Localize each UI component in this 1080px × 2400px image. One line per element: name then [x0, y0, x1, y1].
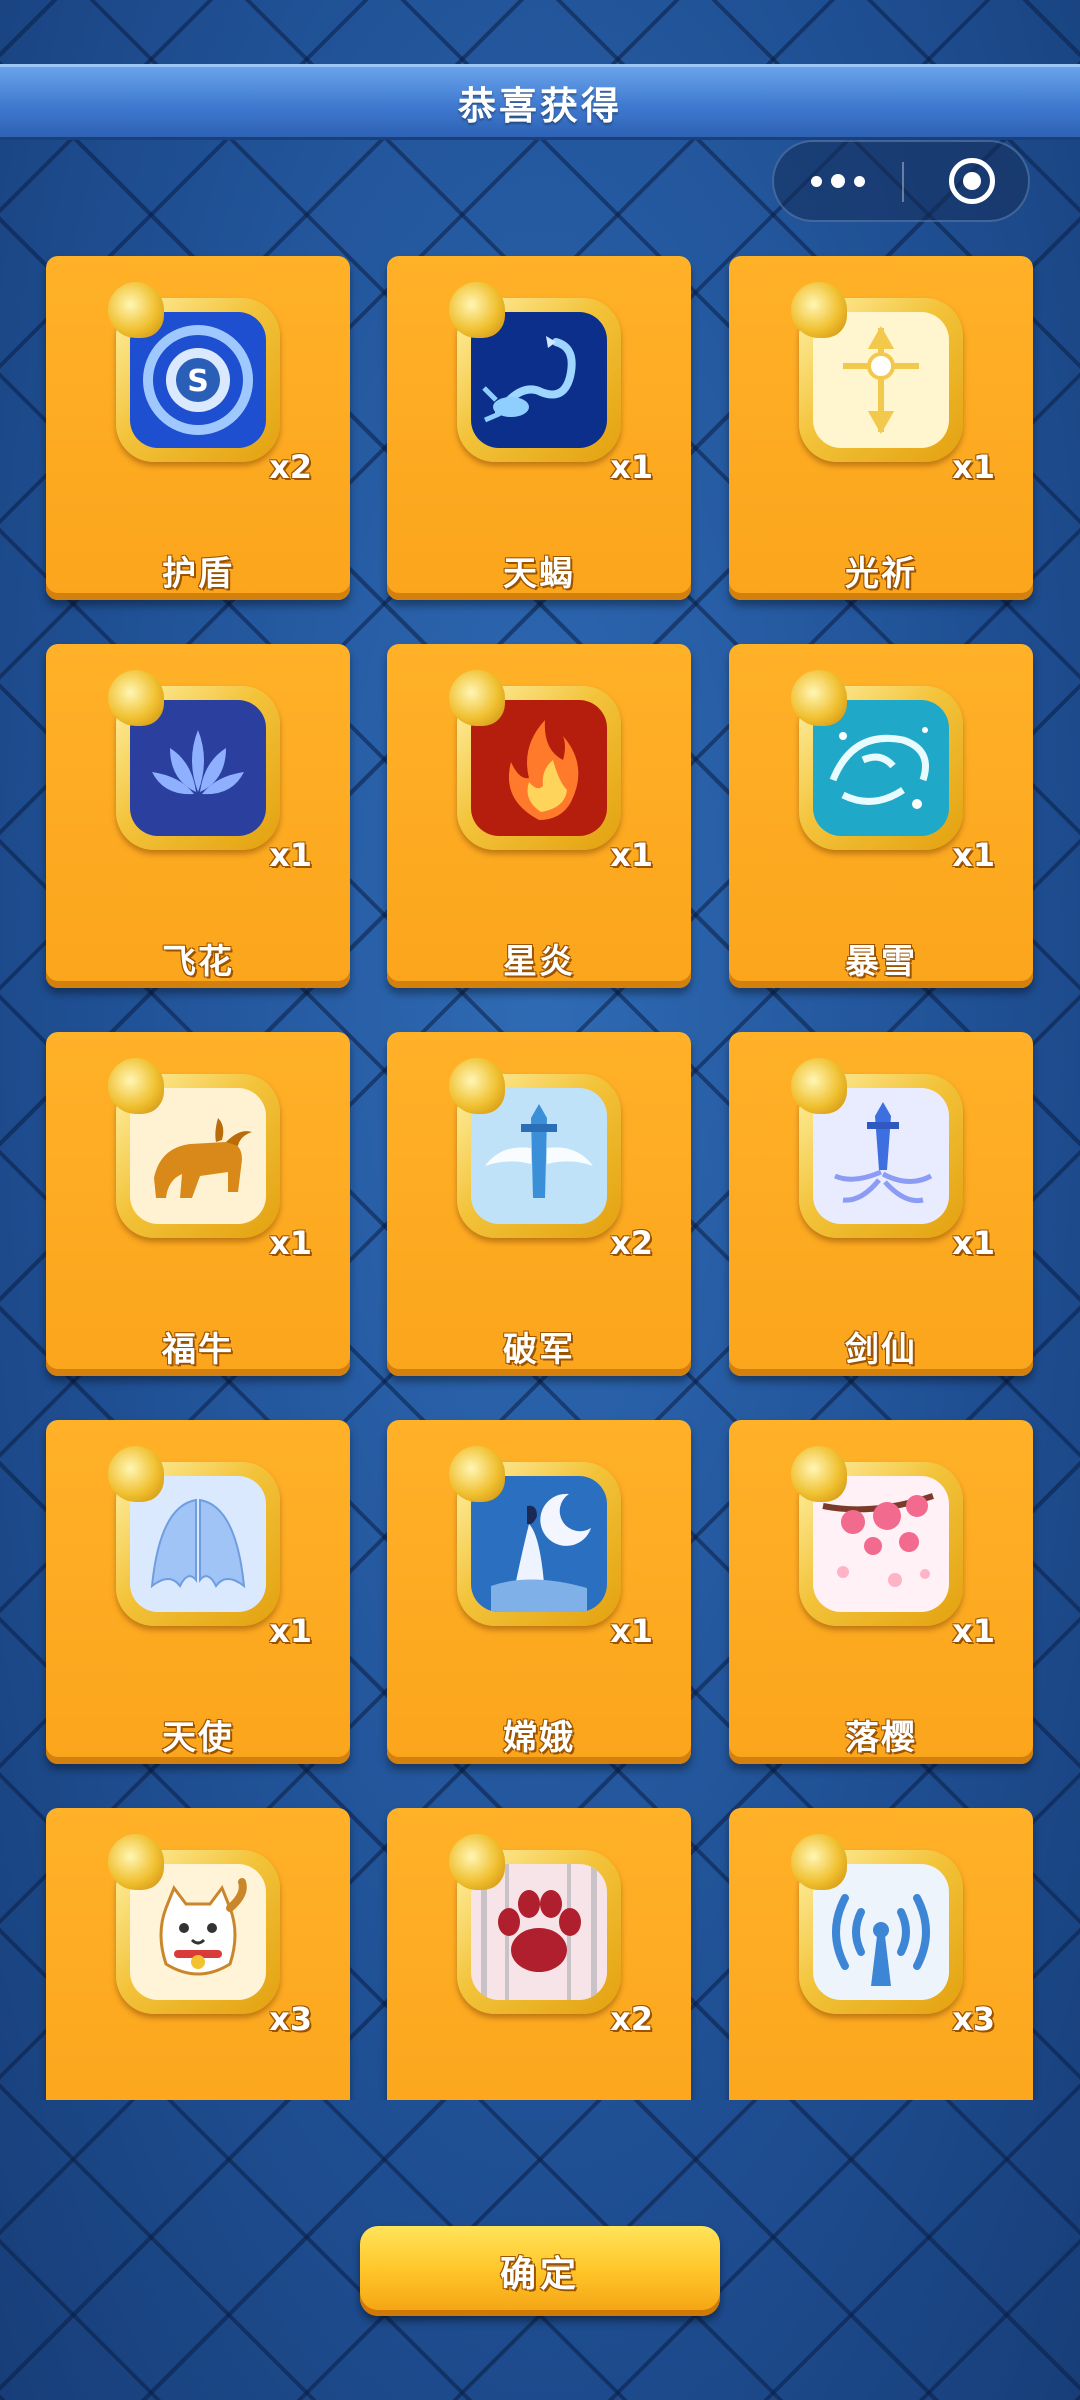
reward-name: 剑仙	[845, 1330, 917, 1370]
reward-name: 星炎	[503, 942, 575, 982]
reward-name: 嫦娥	[503, 1718, 575, 1758]
reward-card: x1 星炎	[387, 644, 691, 988]
reward-count: x1	[952, 1612, 995, 1650]
reward-icon-frame: S	[108, 282, 280, 462]
golden-dragon-ornament-icon	[108, 282, 164, 338]
golden-dragon-ornament-icon	[791, 282, 847, 338]
reward-count: x2	[610, 2000, 653, 2038]
reward-count: x1	[952, 448, 995, 486]
reward-card: x1 嫦娥	[387, 1420, 691, 1764]
reward-card: x2 破军	[387, 1032, 691, 1376]
golden-dragon-ornament-icon	[791, 1058, 847, 1114]
reward-name: 天蝎	[503, 554, 575, 594]
reward-icon-frame	[108, 670, 280, 850]
reward-card: x1 天蝎	[387, 256, 691, 600]
svg-text:S: S	[187, 364, 209, 399]
reward-icon-frame	[449, 282, 621, 462]
reward-card: x1 剑仙	[729, 1032, 1033, 1376]
reward-icon-frame	[108, 1834, 280, 2014]
reward-count: x1	[952, 1224, 995, 1262]
reward-count: x2	[269, 448, 312, 486]
golden-dragon-ornament-icon	[449, 670, 505, 726]
reward-card: x2	[387, 1808, 691, 2100]
reward-count: x1	[610, 836, 653, 874]
reward-icon-frame	[108, 1058, 280, 1238]
reward-count: x3	[269, 2000, 312, 2038]
reward-name: 破军	[503, 1330, 575, 1370]
reward-count: x3	[952, 2000, 995, 2038]
golden-dragon-ornament-icon	[791, 670, 847, 726]
reward-card: x3	[729, 1808, 1033, 2100]
reward-name: 飞花	[162, 942, 234, 982]
reward-name: 光祈	[845, 554, 917, 594]
reward-icon-frame	[449, 1446, 621, 1626]
reward-card: Sx2 护盾	[46, 256, 350, 600]
reward-count: x1	[269, 836, 312, 874]
reward-card: x1 天使	[46, 1420, 350, 1764]
reward-icon-frame	[449, 1834, 621, 2014]
reward-grid: Sx2 护盾 x1 天蝎 x1 光祈 x1 飞花 x1 星炎 x1 暴雪 x1 福牛 x2 破军 x1 剑仙 x1 天…	[0, 0, 1080, 2100]
reward-icon-frame	[791, 1834, 963, 2014]
reward-icon-frame	[791, 282, 963, 462]
reward-count: x2	[610, 1224, 653, 1262]
reward-count: x1	[610, 448, 653, 486]
reward-card: x1 福牛	[46, 1032, 350, 1376]
reward-name: 护盾	[162, 554, 234, 594]
golden-dragon-ornament-icon	[449, 1058, 505, 1114]
reward-card: x1 光祈	[729, 256, 1033, 600]
reward-card: x1 飞花	[46, 644, 350, 988]
golden-dragon-ornament-icon	[449, 1834, 505, 1890]
reward-icon-frame	[791, 670, 963, 850]
confirm-button[interactable]: 确定	[360, 2226, 720, 2316]
golden-dragon-ornament-icon	[791, 1446, 847, 1502]
confirm-button-label: 确定	[499, 2254, 580, 2295]
golden-dragon-ornament-icon	[449, 1446, 505, 1502]
reward-count: x1	[269, 1224, 312, 1262]
golden-dragon-ornament-icon	[108, 1058, 164, 1114]
reward-count: x1	[269, 1612, 312, 1650]
reward-name: 暴雪	[845, 942, 917, 982]
reward-icon-frame	[449, 670, 621, 850]
reward-icon-frame	[108, 1446, 280, 1626]
reward-name: 落樱	[845, 1718, 917, 1758]
reward-count: x1	[952, 836, 995, 874]
reward-count: x1	[610, 1612, 653, 1650]
reward-name: 福牛	[162, 1330, 234, 1370]
reward-card: x1 暴雪	[729, 644, 1033, 988]
reward-card: x1 落樱	[729, 1420, 1033, 1764]
golden-dragon-ornament-icon	[108, 1446, 164, 1502]
reward-icon-frame	[791, 1058, 963, 1238]
reward-icon-frame	[449, 1058, 621, 1238]
golden-dragon-ornament-icon	[108, 1834, 164, 1890]
golden-dragon-ornament-icon	[108, 670, 164, 726]
golden-dragon-ornament-icon	[449, 282, 505, 338]
reward-name: 天使	[162, 1718, 234, 1758]
reward-icon-frame	[791, 1446, 963, 1626]
golden-dragon-ornament-icon	[791, 1834, 847, 1890]
reward-card: x3	[46, 1808, 350, 2100]
